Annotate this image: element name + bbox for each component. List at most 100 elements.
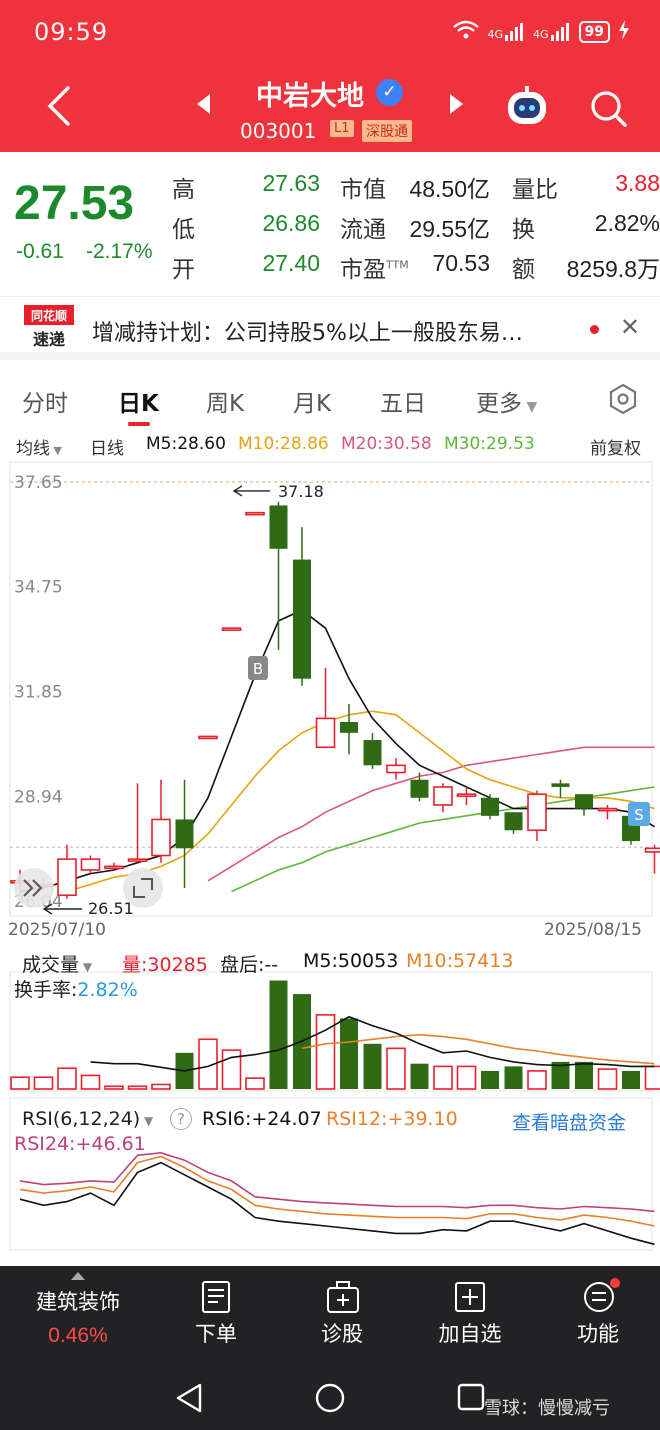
current-price: 27.53 [14, 177, 135, 230]
sector-info[interactable]: 建筑装饰 0.46% [30, 1272, 126, 1348]
candle-body-up [597, 807, 618, 812]
collapse-chevrons-icon [14, 868, 54, 908]
dark-pool-link[interactable]: 查看暗盘资金 [512, 1108, 626, 1135]
ma20-value: M20:30.58 [341, 434, 432, 454]
search-icon[interactable] [588, 88, 628, 128]
add-square-icon [454, 1280, 486, 1314]
price-change-pct: -2.17% [86, 240, 153, 263]
volume-indicator-select[interactable]: 成交量 ▼ [22, 950, 92, 977]
functions-button[interactable]: 功能 [566, 1278, 630, 1348]
tab-daily-k[interactable]: 日K [118, 384, 159, 418]
verified-icon: ✓ [376, 79, 403, 106]
value-volratio: 3.88 [615, 170, 660, 196]
value-float: 29.55亿 [409, 216, 490, 242]
tab-intraday[interactable]: 分时 [22, 384, 68, 418]
y-tick-label: 28.94 [14, 787, 63, 807]
header-bar: 09:59 4G 4G 99 中岩大地 ✓ 003001 L1 深股通 [0, 0, 660, 152]
robot-assistant-icon[interactable] [504, 86, 550, 128]
help-icon[interactable]: ? [170, 1108, 192, 1130]
candle-body-down [293, 559, 311, 679]
menu-circle-icon [582, 1278, 620, 1314]
tab-five-day[interactable]: 五日 [380, 384, 426, 418]
prev-stock-icon[interactable] [197, 94, 210, 114]
value-mktcap: 48.50亿 [409, 176, 490, 202]
chevron-up-icon [71, 1272, 85, 1280]
volume-bar-down [504, 1066, 523, 1089]
candle-body-down [410, 779, 429, 798]
turnover-rate-label: 换手率: [14, 979, 78, 1001]
nav-recents-icon[interactable] [456, 1382, 486, 1416]
volume-bar-down [575, 1061, 593, 1089]
volume-bar-up [80, 1074, 101, 1090]
volume-bar-up [104, 1085, 124, 1090]
label-float: 流通 [340, 217, 386, 243]
rsi6-value: RSI6:+24.07 [202, 1108, 322, 1130]
signal-icon: 4G [487, 23, 525, 41]
ma20-line [207, 746, 655, 882]
volume-bar-up [597, 1068, 618, 1090]
rsi24-value: RSI24:+46.61 [14, 1133, 146, 1155]
order-doc-icon [200, 1280, 232, 1314]
label-high: 高 [172, 177, 195, 203]
label-pe: 市盈TTM [340, 250, 409, 284]
price-panel-frame [9, 461, 653, 917]
candle-body-down [340, 721, 358, 733]
back-arrow-icon[interactable] [40, 84, 80, 128]
buy-marker-text: B [253, 660, 263, 678]
volume-bar-up [433, 1065, 453, 1090]
diagnose-briefcase-icon [326, 1280, 359, 1314]
after-hours-value: 盘后:-- [220, 954, 279, 976]
volume-bar-down [340, 1018, 358, 1089]
tab-monthly-k[interactable]: 月K [293, 384, 331, 418]
label-pe-text: 市盈 [340, 257, 386, 283]
volume-bar-down [481, 1070, 499, 1089]
status-icons: 4G 4G 99 [453, 20, 630, 44]
label-pe-ttm: TTM [386, 258, 409, 272]
functions-label: 功能 [577, 1322, 619, 1346]
fullscreen-icon [123, 868, 163, 908]
news-banner[interactable]: 同花顺 速递 增减持计划：公司持股5%以上一般股东易… ✕ [0, 296, 660, 360]
battery-icon: 99 [578, 21, 610, 43]
dropdown-icon: ▼ [140, 1114, 154, 1128]
min-price-label: 26.51 [88, 899, 134, 918]
news-headline[interactable]: 增减持计划：公司持股5%以上一般股东易… [92, 315, 523, 347]
nav-back-icon[interactable] [174, 1382, 204, 1418]
max-price-label: 37.18 [278, 482, 324, 501]
candle-body-up [315, 717, 336, 749]
rsi12-value: RSI12:+39.10 [326, 1108, 458, 1130]
candle-body-up [245, 511, 265, 516]
dropdown-icon: ▼ [522, 399, 538, 415]
close-icon[interactable]: ✕ [620, 313, 640, 341]
diagnose-button[interactable]: 诊股 [310, 1280, 374, 1348]
candle-body-up [221, 627, 242, 631]
volume-bar-down [410, 1063, 429, 1089]
min-price-arrow [42, 903, 82, 915]
label-volratio: 量比 [512, 177, 558, 203]
candle-body-up [104, 865, 124, 870]
volume-bar-up [456, 1065, 477, 1090]
volume-bar-up [644, 1065, 660, 1090]
candle-body-up [644, 847, 660, 853]
market-badge: 深股通 [362, 120, 412, 142]
ma10-value: M10:28.86 [238, 434, 329, 454]
signal-label: 4G [487, 28, 503, 41]
settings-hexagon-icon[interactable] [606, 382, 640, 416]
notification-dot-icon [610, 1278, 620, 1288]
nav-home-icon[interactable] [314, 1382, 346, 1418]
tab-more[interactable]: 更多 ▼ [476, 384, 537, 418]
turnover-rate: 换手率:2.82% [14, 975, 138, 1002]
max-price-arrow [232, 485, 270, 497]
volume-bar-up [33, 1076, 54, 1090]
rsi-indicator-select[interactable]: RSI(6,12,24) ▼ [22, 1108, 153, 1130]
next-stock-icon[interactable] [450, 94, 463, 114]
sell-marker-text: S [634, 806, 644, 824]
order-button[interactable]: 下单 [184, 1280, 248, 1348]
vol-m5-value: M5:50053 [303, 950, 399, 972]
value-turnover: 2.82% [594, 210, 660, 236]
add-watchlist-button[interactable]: 加自选 [432, 1280, 508, 1348]
y-tick-label: 31.85 [14, 682, 63, 702]
sector-pct: 0.46% [48, 1324, 108, 1347]
tab-weekly-k[interactable]: 周K [206, 384, 244, 418]
candle-body-down [175, 819, 194, 849]
candle-body-up [386, 764, 406, 774]
